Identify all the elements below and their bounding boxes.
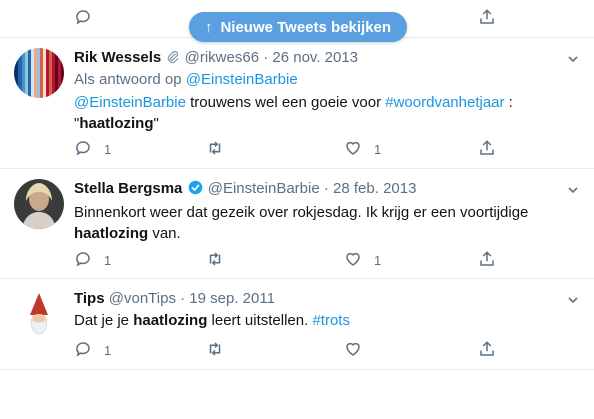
reply-button[interactable]: 1	[74, 139, 111, 160]
retweet-button[interactable]	[206, 139, 224, 160]
like-button[interactable]	[344, 340, 374, 361]
handle[interactable]: @vonTips	[109, 290, 176, 307]
share-button[interactable]	[478, 139, 496, 160]
timestamp[interactable]: 28 feb. 2013	[333, 180, 416, 197]
chevron-down-icon[interactable]	[566, 183, 580, 197]
tweet-text: Binnenkort weer dat gezeik over rokjesda…	[74, 204, 529, 242]
mention-link[interactable]: @EinsteinBarbie	[74, 94, 186, 111]
share-icon[interactable]	[478, 8, 498, 28]
share-icon	[478, 250, 496, 271]
share-button[interactable]	[478, 250, 496, 271]
tweet-actions: 1 1	[74, 250, 504, 270]
tweet-actions: 1 1	[74, 139, 504, 159]
like-button[interactable]: 1	[344, 139, 381, 160]
timestamp[interactable]: 19 sep. 2011	[189, 290, 275, 307]
reply-icon[interactable]	[74, 8, 94, 28]
like-count: 1	[374, 253, 382, 268]
share-button[interactable]	[478, 340, 496, 361]
display-name[interactable]: Stella Bergsma	[74, 180, 182, 197]
tweet-text: @EinsteinBarbie trouwens wel een goeie v…	[74, 94, 513, 132]
heart-icon	[344, 139, 362, 160]
reply-count: 1	[104, 142, 112, 157]
tweet-header: Tips @vonTips · 19 sep. 2011	[74, 289, 275, 309]
highlight-word: haatlozing	[133, 312, 208, 329]
reply-count: 1	[104, 343, 112, 358]
highlight-word: haatlozing	[79, 115, 154, 132]
retweet-icon	[206, 340, 224, 361]
tweet-header: Stella Bergsma @EinsteinBarbie · 28 feb.…	[74, 179, 416, 199]
mention-link[interactable]: @EinsteinBarbie	[186, 71, 298, 88]
chevron-down-icon[interactable]	[566, 52, 580, 66]
display-name[interactable]: Tips	[74, 290, 105, 307]
hashtag-link[interactable]: #trots	[312, 312, 350, 329]
tweet[interactable]: Stella Bergsma @EinsteinBarbie · 28 feb.…	[0, 169, 594, 279]
separator: ·	[323, 180, 329, 197]
retweet-button[interactable]	[206, 250, 224, 271]
avatar[interactable]	[14, 289, 64, 339]
reply-button[interactable]: 1	[74, 340, 111, 361]
reply-button[interactable]: 1	[74, 250, 111, 271]
retweet-icon	[206, 139, 224, 160]
reply-context: Als antwoord op @EinsteinBarbie	[74, 71, 298, 88]
handle[interactable]: @rikwes66	[185, 49, 259, 66]
reply-icon	[74, 340, 92, 361]
tweet[interactable]: Rik Wessels @rikwes66 · 26 nov. 2013 Als…	[0, 38, 594, 169]
handle[interactable]: @EinsteinBarbie	[208, 180, 320, 197]
share-icon	[478, 340, 496, 361]
reply-icon	[74, 139, 92, 160]
tweet-header: Rik Wessels @rikwes66 · 26 nov. 2013	[74, 48, 358, 68]
heart-icon	[344, 250, 362, 271]
avatar[interactable]	[14, 179, 64, 229]
highlight-word: haatlozing	[74, 225, 149, 242]
separator: ·	[180, 290, 186, 307]
avatar[interactable]	[14, 48, 64, 98]
reply-count: 1	[104, 253, 112, 268]
display-name[interactable]: Rik Wessels	[74, 49, 161, 66]
hashtag-link[interactable]: #woordvanhetjaar	[385, 94, 504, 111]
new-tweets-button[interactable]: ↑ Nieuwe Tweets bekijken	[189, 12, 407, 42]
retweet-button[interactable]	[206, 340, 224, 361]
retweet-icon	[206, 250, 224, 271]
heart-icon	[344, 340, 362, 361]
new-tweets-label: Nieuwe Tweets bekijken	[220, 18, 392, 36]
paperclip-icon	[165, 49, 180, 66]
like-count: 1	[374, 142, 382, 157]
like-button[interactable]: 1	[344, 250, 381, 271]
reply-icon	[74, 250, 92, 271]
tweet[interactable]: Tips @vonTips · 19 sep. 2011 Dat je je h…	[0, 279, 594, 370]
arrow-up-icon: ↑	[204, 18, 213, 36]
chevron-down-icon[interactable]	[566, 293, 580, 307]
verified-badge-icon	[187, 180, 204, 197]
separator: ·	[263, 49, 269, 66]
tweet-text: Dat je je haatlozing leert uitstellen. #…	[74, 312, 350, 329]
tweet-actions: 1	[74, 340, 504, 360]
share-icon	[478, 139, 496, 160]
timestamp[interactable]: 26 nov. 2013	[272, 49, 358, 66]
